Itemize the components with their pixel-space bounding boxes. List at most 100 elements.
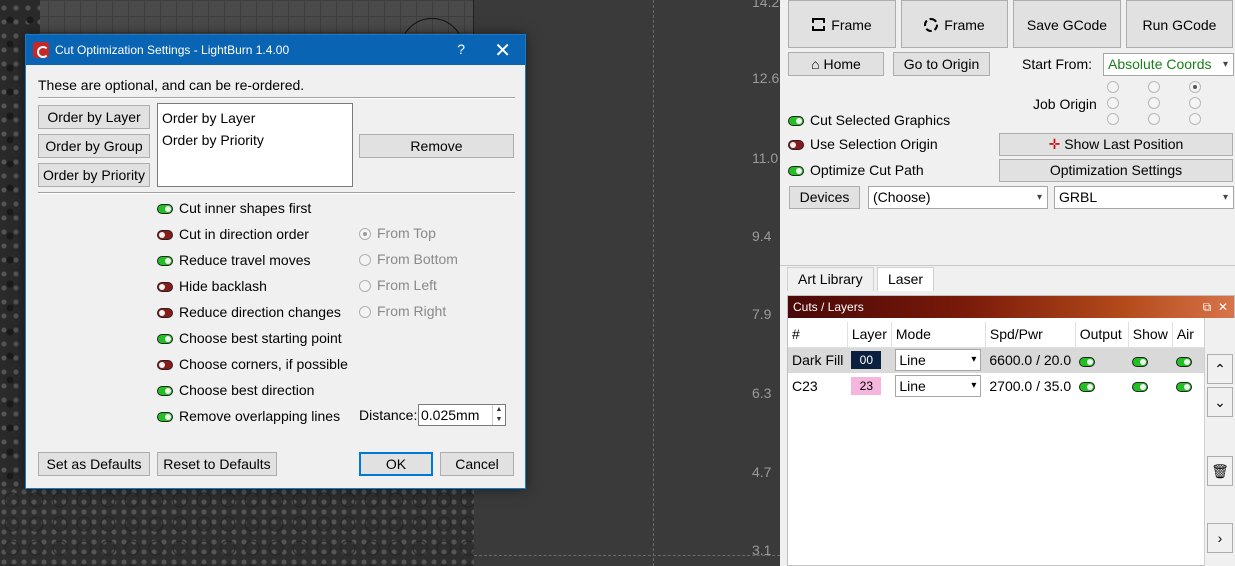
output-toggle-icon[interactable]: [1079, 356, 1096, 367]
move-layer-up-icon[interactable]: ⌃: [1207, 354, 1233, 384]
cancel-button[interactable]: Cancel: [440, 452, 514, 476]
device-select[interactable]: (Choose) ▾: [868, 186, 1048, 209]
optimization-settings-button[interactable]: Optimization Settings: [999, 159, 1233, 182]
mode-select[interactable]: Line ▾: [895, 375, 982, 397]
toggle-icon[interactable]: [788, 140, 804, 151]
order-list-item[interactable]: Order by Layer: [162, 107, 348, 129]
layer-color-swatch[interactable]: 00: [851, 351, 882, 370]
option-hide-backlash[interactable]: Hide backlash: [157, 275, 267, 297]
air-toggle-icon[interactable]: [1176, 382, 1193, 393]
go-to-origin-button[interactable]: Go to Origin: [893, 52, 990, 76]
spin-arrows-icon[interactable]: ▲ ▼: [492, 405, 505, 425]
help-button[interactable]: ?: [457, 41, 465, 57]
tab-laser[interactable]: Laser: [877, 267, 935, 291]
job-origin-radio[interactable]: [1189, 113, 1201, 125]
show-toggle-icon[interactable]: [1132, 382, 1149, 393]
optimize-cut-path-toggle[interactable]: Optimize Cut Path: [788, 162, 924, 178]
devices-button[interactable]: Devices: [789, 186, 860, 209]
toggle-icon[interactable]: [157, 412, 173, 423]
toggle-icon[interactable]: [788, 116, 804, 127]
toggle-icon[interactable]: [157, 386, 173, 397]
column-header[interactable]: Output: [1075, 322, 1129, 348]
job-origin-radio[interactable]: [1148, 113, 1160, 125]
chevron-down-icon: ▾: [1036, 192, 1042, 203]
frame-rect-button[interactable]: Frame: [788, 0, 896, 48]
toggle-icon[interactable]: [157, 204, 173, 215]
controller-select[interactable]: GRBL ▾: [1054, 186, 1234, 209]
toggle-icon[interactable]: [157, 360, 173, 371]
move-layer-down-icon[interactable]: ⌄: [1207, 387, 1233, 417]
work-area-boundary-bottom: [474, 555, 780, 556]
close-icon[interactable]: ✕: [494, 38, 511, 63]
dialog-title: Cut Optimization Settings - LightBurn 1.…: [55, 43, 290, 57]
column-header[interactable]: Layer: [847, 322, 892, 348]
run-gcode-button[interactable]: Run GCode: [1126, 0, 1233, 48]
job-origin-radio[interactable]: [1107, 81, 1119, 93]
radio-icon[interactable]: [359, 280, 371, 293]
tab-art-library[interactable]: Art Library: [787, 267, 874, 291]
dialog-titlebar[interactable]: Cut Optimization Settings - LightBurn 1.…: [26, 35, 525, 65]
mode-select[interactable]: Line ▾: [895, 349, 982, 372]
radio-from-top[interactable]: From Top: [359, 222, 436, 244]
option-choose-corners[interactable]: Choose corners, if possible: [157, 353, 348, 375]
option-cut-in-direction-order[interactable]: Cut in direction order: [157, 223, 309, 245]
show-last-position-button[interactable]: ✛ Show Last Position: [999, 133, 1233, 156]
radio-icon[interactable]: [359, 228, 371, 241]
column-header[interactable]: Air: [1172, 322, 1204, 348]
toggle-icon[interactable]: [788, 166, 804, 177]
frame-circle-button[interactable]: Frame: [901, 0, 1008, 48]
column-header[interactable]: Spd/Pwr: [985, 322, 1076, 348]
start-from-select[interactable]: Absolute Coords ▾: [1103, 53, 1234, 76]
show-toggle-icon[interactable]: [1132, 356, 1149, 367]
toggle-icon[interactable]: [157, 308, 173, 319]
table-row[interactable]: C23 23 Line ▾ 2700.0 / 35.0: [788, 373, 1204, 399]
toggle-icon[interactable]: [157, 256, 173, 267]
option-choose-best-direction[interactable]: Choose best direction: [157, 379, 314, 401]
order-list[interactable]: Order by Layer Order by Priority: [157, 103, 353, 187]
job-origin-radio[interactable]: [1148, 97, 1160, 109]
delete-layer-icon[interactable]: 🗑: [1207, 456, 1233, 486]
job-origin-radio[interactable]: [1148, 81, 1160, 93]
column-header[interactable]: #: [788, 322, 848, 348]
undock-icon[interactable]: ⧉: [1203, 300, 1212, 314]
output-toggle-icon[interactable]: [1079, 382, 1096, 393]
close-icon[interactable]: ✕: [1218, 300, 1228, 314]
table-row[interactable]: Dark Fill 00 Line ▾ 6600.0 / 20.0: [788, 347, 1204, 373]
job-origin-radio[interactable]: [1107, 113, 1119, 125]
remove-button[interactable]: Remove: [359, 134, 514, 158]
radio-from-left[interactable]: From Left: [359, 274, 437, 296]
radio-icon[interactable]: [359, 254, 371, 267]
column-header[interactable]: Show: [1128, 322, 1173, 348]
set-as-defaults-button[interactable]: Set as Defaults: [38, 452, 150, 476]
radio-from-right[interactable]: From Right: [359, 300, 446, 322]
job-origin-radio[interactable]: [1107, 97, 1119, 109]
option-remove-overlapping-lines[interactable]: Remove overlapping lines: [157, 405, 340, 427]
job-origin-radio[interactable]: [1189, 81, 1201, 93]
option-cut-inner-shapes-first[interactable]: Cut inner shapes first: [157, 197, 311, 219]
toggle-icon[interactable]: [157, 282, 173, 293]
order-by-group-button[interactable]: Order by Group: [38, 134, 150, 158]
toggle-icon[interactable]: [157, 334, 173, 345]
radio-icon[interactable]: [359, 306, 371, 319]
option-reduce-direction-changes[interactable]: Reduce direction changes: [157, 301, 341, 323]
use-selection-origin-toggle[interactable]: Use Selection Origin: [788, 136, 938, 152]
ruler-label: 11.0: [752, 150, 779, 166]
radio-from-bottom[interactable]: From Bottom: [359, 248, 458, 270]
job-origin-radio[interactable]: [1189, 97, 1201, 109]
order-list-item[interactable]: Order by Priority: [162, 129, 348, 151]
cut-selected-graphics-toggle[interactable]: Cut Selected Graphics: [788, 112, 950, 128]
order-by-layer-button[interactable]: Order by Layer: [38, 105, 150, 129]
button-label: Show Last Position: [1064, 136, 1184, 152]
air-toggle-icon[interactable]: [1176, 356, 1193, 367]
ok-button[interactable]: OK: [359, 452, 433, 476]
toggle-icon[interactable]: [157, 230, 173, 241]
order-by-priority-button[interactable]: Order by Priority: [38, 163, 150, 187]
column-header[interactable]: Mode: [891, 322, 986, 348]
reset-to-defaults-button[interactable]: Reset to Defaults: [157, 452, 277, 476]
chevron-right-icon[interactable]: ›: [1207, 523, 1233, 553]
layer-color-swatch[interactable]: 23: [851, 377, 882, 395]
save-gcode-button[interactable]: Save GCode: [1013, 0, 1121, 48]
option-reduce-travel-moves[interactable]: Reduce travel moves: [157, 249, 311, 271]
home-button[interactable]: ⌂ Home: [788, 52, 884, 76]
option-choose-best-starting-point[interactable]: Choose best starting point: [157, 327, 342, 349]
